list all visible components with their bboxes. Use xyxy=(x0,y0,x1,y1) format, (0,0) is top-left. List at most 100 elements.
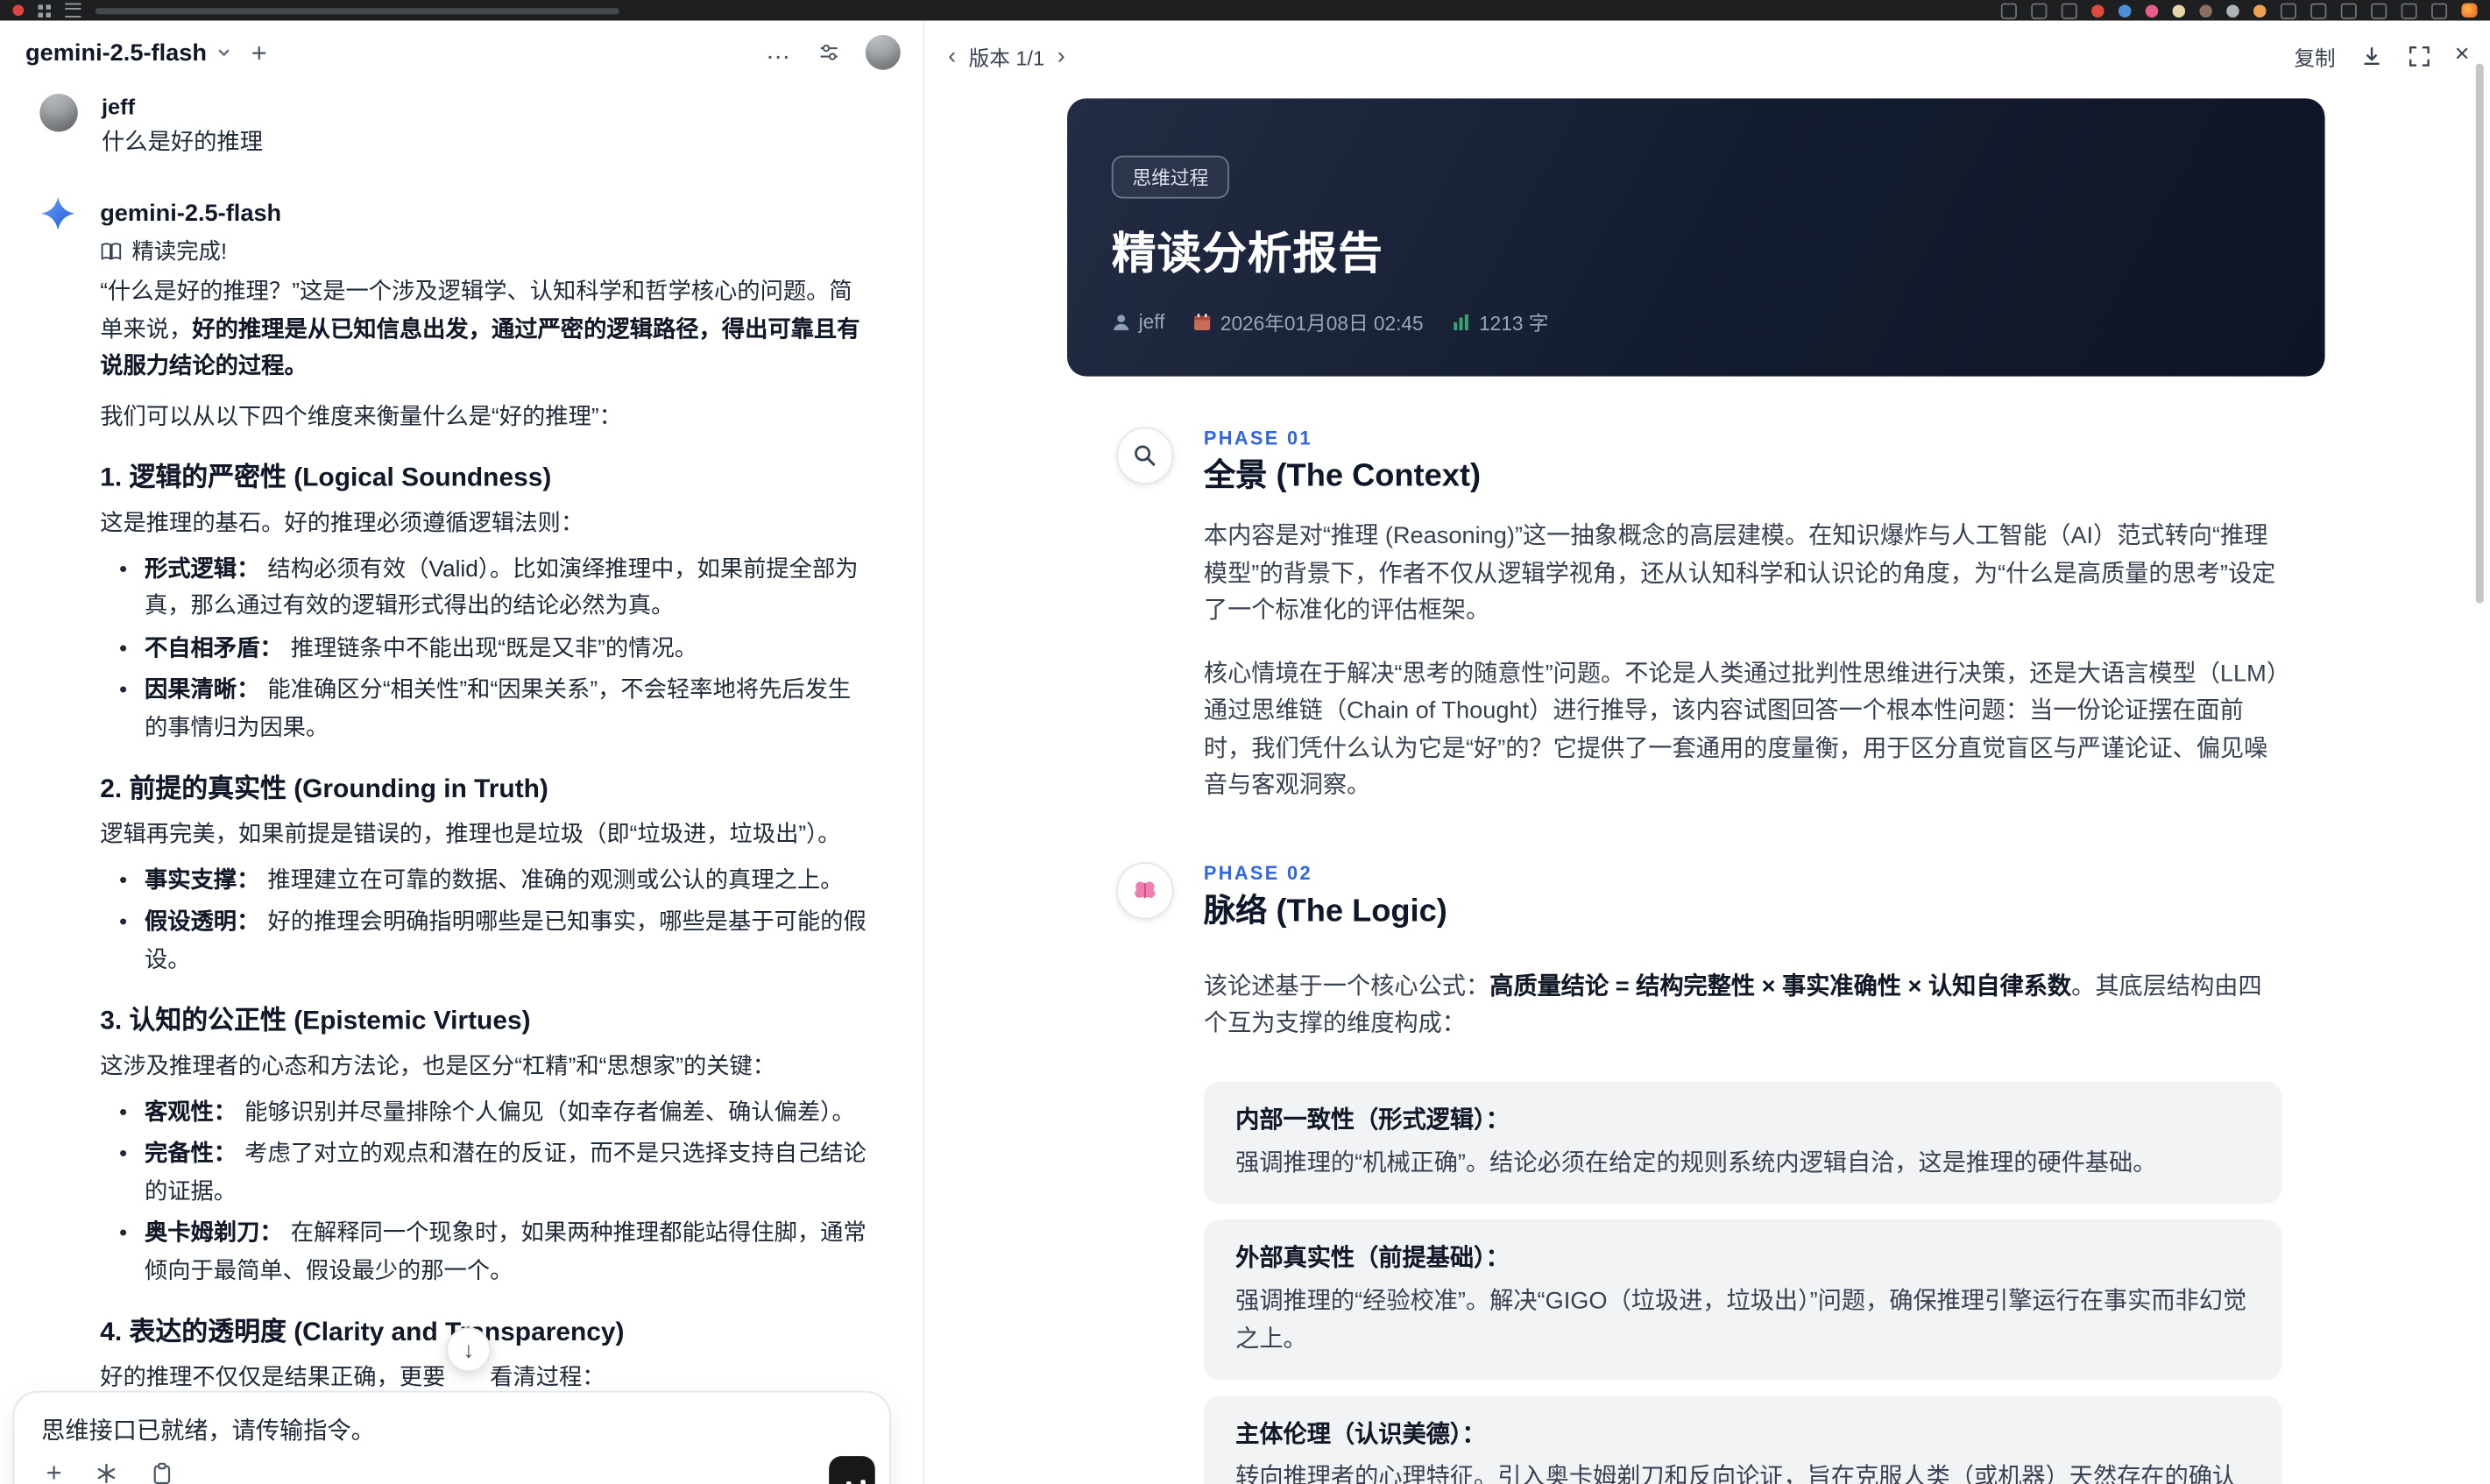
extension-icon[interactable] xyxy=(2226,4,2239,18)
formula-pre: 该论述基于一个核心公式： xyxy=(1203,972,1490,1000)
report-hero: 思维过程 精读分析报告 jeff 2026年01月08日 02:45 1213 … xyxy=(1067,98,2325,377)
user-avatar[interactable] xyxy=(865,34,901,70)
download-icon[interactable] xyxy=(2359,44,2383,67)
card-text: 转向推理者的心理特征。引入奥卡姆剃刀和反向论证，旨在克服人类（或机器）天然存在的… xyxy=(1235,1464,2237,1484)
split-view-icon[interactable] xyxy=(2340,2,2357,18)
model-selector[interactable]: gemini-2.5-flash xyxy=(25,39,232,66)
composer-input[interactable]: 思维接口已就绪，请传输指令。 xyxy=(14,1393,889,1447)
section-desc: 这是推理的基石。好的推理必须遵循逻辑法则： xyxy=(100,511,584,537)
phase-icon-badge xyxy=(1116,427,1174,484)
phase-title: 脉络 (The Logic) xyxy=(1203,893,1447,929)
chevron-down-icon xyxy=(218,49,230,57)
bullet-text: 推理建立在可靠的数据、准确的观测或公认的真理之上。 xyxy=(267,867,844,894)
report-author-name: jeff xyxy=(1138,310,1165,333)
artifact-panel: ‹ 版本 1/1 › 复制 × 思维过程 精读分析报告 jeff 2026年01… xyxy=(923,20,2490,1484)
section-desc-pre: 好的推理不仅仅是结果正确，更要 xyxy=(100,1365,446,1391)
search-icon[interactable] xyxy=(2061,2,2077,18)
previous-version-button[interactable]: ‹ xyxy=(948,44,956,67)
more-options-button[interactable]: … xyxy=(766,39,793,65)
calendar-icon xyxy=(1194,313,1211,330)
waveform-icon xyxy=(860,1480,865,1484)
next-version-button[interactable]: › xyxy=(1058,44,1065,67)
profile-icon[interactable] xyxy=(2431,2,2448,18)
section-desc: 逻辑再完美，如果前提是错误的，推理也是垃圾（即“垃圾进，垃圾出”）。 xyxy=(100,822,841,848)
puzzle-icon[interactable] xyxy=(2280,2,2296,18)
artifact-actions: 复制 × xyxy=(2294,40,2469,70)
user-message-text: 什么是好的推理 xyxy=(102,130,263,156)
report-date: 2026年01月08日 02:45 xyxy=(1193,307,1424,336)
reading-status-text: 精读完成! xyxy=(131,237,227,264)
formula-paragraph: 该论述基于一个核心公式：高质量结论 = 结构完整性 × 事实准确性 × 认知自律… xyxy=(1204,968,2282,1042)
dimension-card: 外部真实性（前提基础）： 强调推理的“经验校准”。解决“GIGO（垃圾进，垃圾出… xyxy=(1203,1219,2282,1381)
copy-button[interactable]: 复制 xyxy=(2294,40,2335,70)
menu-icon[interactable] xyxy=(65,3,81,18)
extension-icon[interactable] xyxy=(2091,4,2104,18)
traffic-light-icon[interactable] xyxy=(12,4,25,17)
extension-icon[interactable] xyxy=(2199,4,2212,18)
sliders-icon[interactable] xyxy=(817,41,839,63)
bar-chart-icon xyxy=(1454,313,1469,330)
card-title: 主体伦理（认识美德）： xyxy=(1235,1421,1486,1449)
share-icon[interactable] xyxy=(2031,2,2048,18)
list-item: 形式逻辑：结构必须有效（Valid）。比如演绎推理中，如果前提全部为真，那么通过… xyxy=(100,552,872,626)
list-item: 事实支撑： 推理建立在可靠的数据、准确的观测或公认的真理之上。 xyxy=(100,863,872,901)
version-navigator: ‹ 版本 1/1 › xyxy=(948,40,1065,70)
scrollbar[interactable] xyxy=(2475,63,2484,604)
version-label: 版本 1/1 xyxy=(968,45,1045,69)
assistant-name: gemini-2.5-flash xyxy=(100,200,282,228)
book-icon xyxy=(101,242,122,259)
composer-toolbar: + xyxy=(46,1459,173,1484)
chat-header-actions: … xyxy=(766,34,901,70)
bullet-label: 客观性： xyxy=(144,1099,237,1126)
section-desc: 这涉及推理者的心态和方法论，也是区分“杠精”和“思想家”的关键： xyxy=(100,1054,776,1080)
intro-bold-text: 好的推理是从已知信息出发，通过严密的逻辑路径，得出可靠且有说服力结论的过程。 xyxy=(100,316,860,380)
new-chat-button[interactable]: + xyxy=(251,39,267,66)
window-icon[interactable] xyxy=(2401,2,2417,18)
bullet-label: 事实支撑： xyxy=(144,867,260,894)
phase-title: 全景 (The Context) xyxy=(1203,458,1482,494)
scroll-to-bottom-button[interactable]: ↓ xyxy=(446,1327,492,1373)
browser-chrome xyxy=(0,0,2490,21)
extension-icon[interactable] xyxy=(2145,4,2159,18)
assistant-lead: 我们可以从以下四个维度来衡量什么是“好的推理”： xyxy=(100,404,622,430)
extension-icon[interactable] xyxy=(2172,4,2186,18)
downloads-icon[interactable] xyxy=(2371,2,2387,18)
arrow-down-icon: ↓ xyxy=(463,1337,475,1363)
bullet-label: 假设透明： xyxy=(144,909,260,936)
close-icon[interactable]: × xyxy=(2455,42,2470,68)
section-heading: 2. 前提的真实性 (Grounding in Truth) xyxy=(100,774,548,804)
attach-button[interactable]: + xyxy=(46,1459,62,1484)
extension-icon[interactable] xyxy=(2118,4,2132,18)
report-date-text: 2026年01月08日 02:45 xyxy=(1220,313,1424,336)
bullet-text: 推理链条中不能出现“既是又非”的情况。 xyxy=(290,635,697,661)
fullscreen-icon[interactable] xyxy=(2407,44,2430,67)
voice-input-button[interactable] xyxy=(829,1456,875,1484)
gemini-star-icon xyxy=(41,196,75,230)
formula-bold: 高质量结论 = 结构完整性 × 事实准确性 × 认知自律系数 xyxy=(1489,972,2072,1000)
grid-icon[interactable] xyxy=(38,4,52,18)
phase-kicker: PHASE 02 xyxy=(1203,861,1312,884)
list-item: 完备性：考虑了对立的观点和潜在的反证，而不是只选择支持自己结论的证据。 xyxy=(100,1137,872,1212)
bullet-label: 不自相矛盾： xyxy=(144,635,283,661)
bullet-list: 形式逻辑：结构必须有效（Valid）。比如演绎推理中，如果前提全部为真，那么通过… xyxy=(100,552,872,748)
clipboard-icon[interactable] xyxy=(151,1461,173,1484)
chat-header: gemini-2.5-flash + … xyxy=(0,21,923,85)
message-composer[interactable]: 思维接口已就绪，请传输指令。 + xyxy=(12,1390,891,1484)
extension-icon[interactable] xyxy=(2253,4,2267,18)
user-message: jeff 什么是好的推理 xyxy=(39,93,874,160)
tab-overview-icon[interactable] xyxy=(2000,2,2017,18)
browser-profile-avatar-icon[interactable] xyxy=(2461,3,2478,18)
section-heading: 1. 逻辑的严密性 (Logical Soundness) xyxy=(100,463,552,492)
chat-panel: gemini-2.5-flash + … jeff 什么是好的推理 gemini… xyxy=(0,20,923,1484)
bullet-label: 完备性： xyxy=(144,1141,237,1168)
phase-paragraph: 本内容是对“推理 (Reasoning)”这一抽象概念的高层建模。在知识爆炸与人… xyxy=(1203,522,2276,625)
tab-title-placeholder xyxy=(95,7,619,14)
list-item: 客观性： 能够识别并尽量排除个人偏见（如幸存者偏差、确认偏差）。 xyxy=(100,1095,872,1133)
bullet-text: 能够识别并尽量排除个人偏见（如幸存者偏差、确认偏差）。 xyxy=(244,1099,855,1126)
report-body: PHASE 01 全景 (The Context) 本内容是对“推理 (Reas… xyxy=(1067,377,2325,1484)
reading-status: 精读完成! xyxy=(100,237,872,265)
tools-icon[interactable] xyxy=(95,1461,117,1483)
section-desc-post: 看清过程： xyxy=(490,1365,605,1391)
settings-icon[interactable] xyxy=(2310,2,2327,18)
bullet-list: 事实支撑： 推理建立在可靠的数据、准确的观测或公认的真理之上。 假设透明：好的推理… xyxy=(100,863,872,979)
